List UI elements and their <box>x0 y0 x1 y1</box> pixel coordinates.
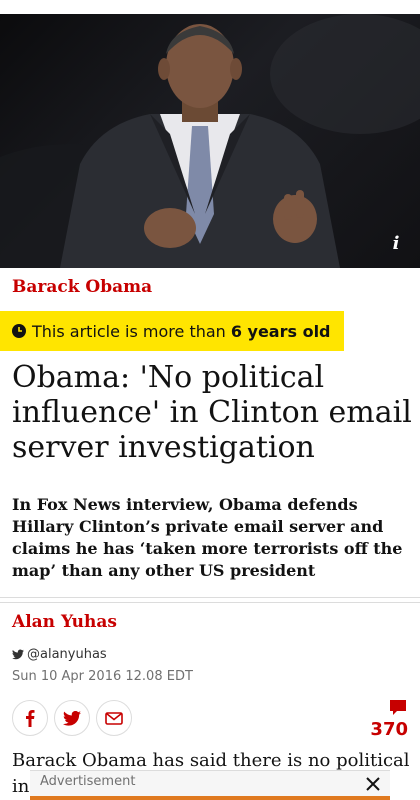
advertisement-strip <box>30 796 390 800</box>
comment-bubble-icon <box>390 700 406 715</box>
close-icon[interactable] <box>364 775 382 793</box>
twitter-handle: @alanyuhas <box>27 647 107 662</box>
comment-count: 370 <box>370 719 408 740</box>
top-bar <box>0 0 420 14</box>
advertisement-label: Advertisement <box>40 774 136 789</box>
twitter-share-button[interactable] <box>54 700 90 736</box>
age-notice-prefix: This article is more than <box>32 321 226 341</box>
facebook-icon <box>26 709 35 727</box>
author-twitter[interactable]: @alanyuhas <box>12 647 107 662</box>
email-share-button[interactable] <box>96 700 132 736</box>
article-standfirst: In Fox News interview, Obama defends Hil… <box>12 495 403 580</box>
section-kicker[interactable]: Barack Obama <box>12 277 152 297</box>
publish-date: Sun 10 Apr 2016 12.08 EDT <box>12 669 193 684</box>
hero-image: i <box>0 14 420 268</box>
advertisement-bar[interactable]: Advertisement <box>30 770 390 800</box>
email-icon <box>105 711 123 725</box>
author-name[interactable]: Alan Yuhas <box>12 612 117 632</box>
hero-photo-illustration <box>0 14 420 268</box>
facebook-share-button[interactable] <box>12 700 48 736</box>
twitter-bird-icon <box>12 649 24 660</box>
divider <box>0 602 420 603</box>
clock-icon <box>12 324 26 338</box>
info-icon[interactable]: i <box>386 234 406 254</box>
share-buttons <box>12 700 132 736</box>
article-headline: Obama: 'No political influence' in Clint… <box>12 360 412 465</box>
age-notice-age: 6 years old <box>230 321 331 341</box>
article-age-notice: This article is more than 6 years old <box>0 311 344 351</box>
divider <box>0 597 420 598</box>
twitter-icon <box>63 710 81 726</box>
comments-link[interactable]: 370 <box>370 699 408 740</box>
